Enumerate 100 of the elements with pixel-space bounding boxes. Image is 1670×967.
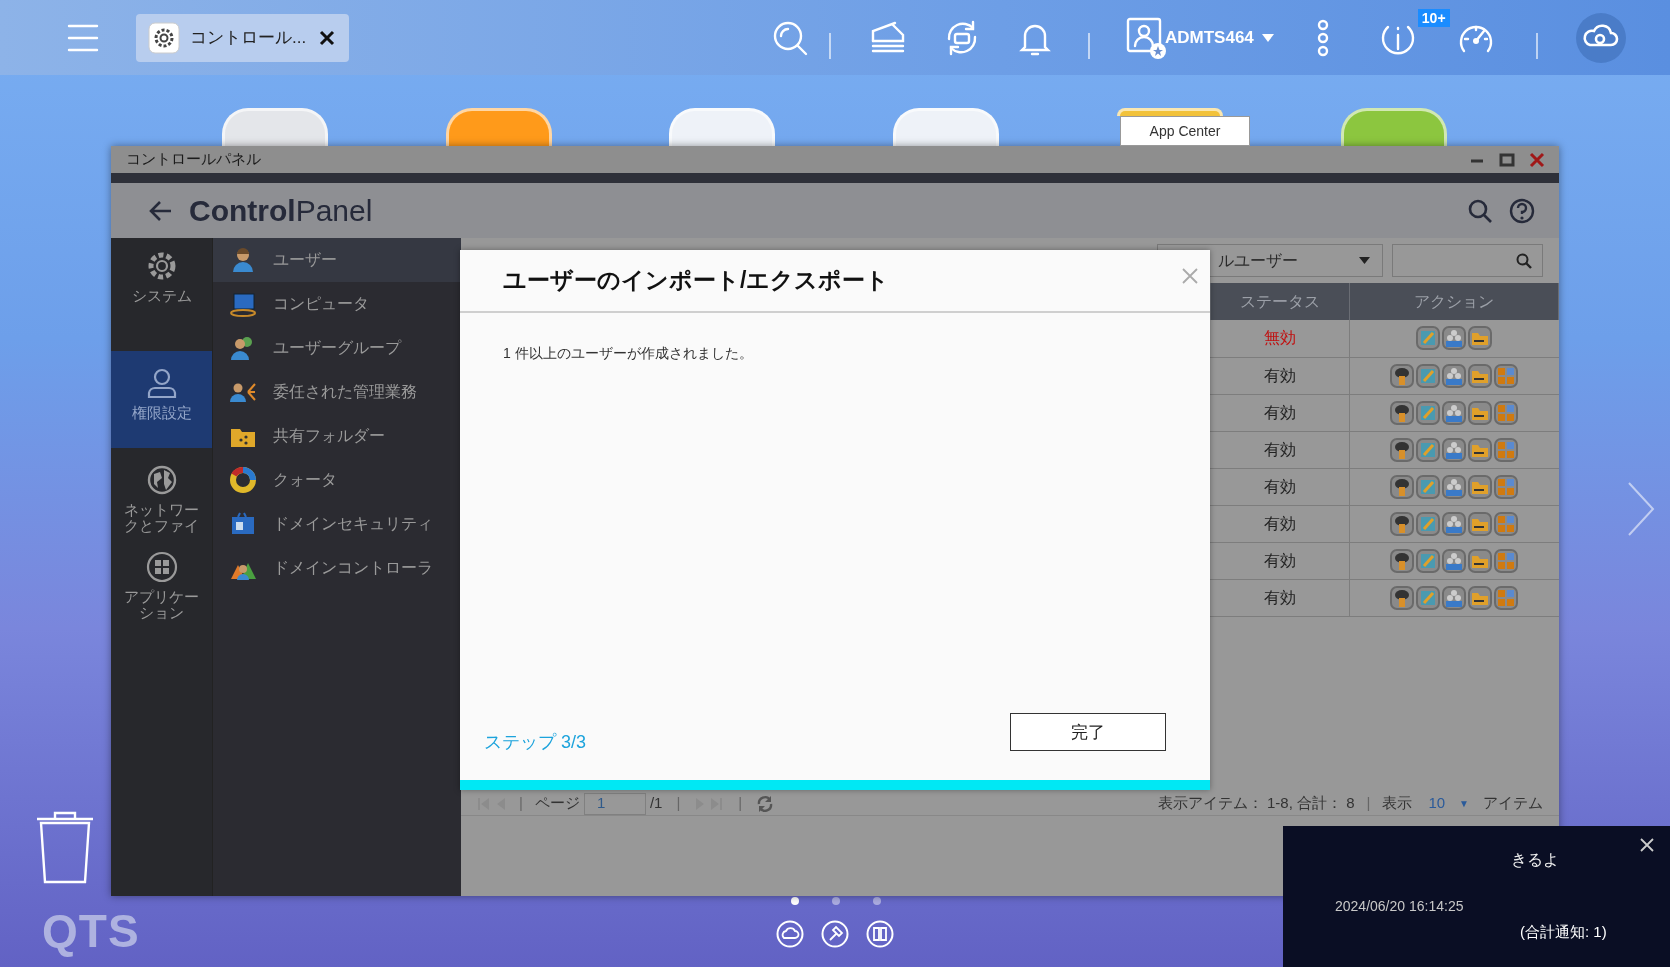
people-icon[interactable]: [1442, 326, 1467, 351]
stack-icon[interactable]: [869, 20, 907, 55]
menu-item[interactable]: コンピュータ: [213, 282, 461, 326]
window-title: コントロールパネル: [126, 149, 262, 170]
app-icon[interactable]: [669, 108, 775, 146]
column-header: ステータス: [1210, 283, 1350, 320]
key-icon[interactable]: [1390, 585, 1415, 610]
folder-icon[interactable]: [1468, 363, 1493, 388]
apps-icon: [145, 551, 178, 583]
help-icon[interactable]: [1509, 197, 1535, 224]
people-icon[interactable]: [1442, 437, 1467, 462]
step-indicator: ステップ 3/3: [484, 731, 587, 754]
user-icon[interactable]: [1125, 15, 1167, 60]
app-icon[interactable]: [1341, 108, 1447, 146]
pencil-icon[interactable]: [1416, 437, 1441, 462]
search-icon[interactable]: [1467, 197, 1493, 224]
notification-badge: 10+: [1417, 8, 1450, 27]
key-icon[interactable]: [1390, 511, 1415, 536]
notification-text: きるよ: [1511, 850, 1559, 870]
app-title: ControlPanel: [189, 193, 374, 229]
folder-icon[interactable]: [1468, 474, 1493, 499]
menu-item[interactable]: 委任された管理業務: [213, 370, 461, 414]
hammer-icon[interactable]: [821, 920, 849, 948]
separator: |: [738, 793, 743, 814]
search-icon: [1516, 252, 1532, 269]
people-icon[interactable]: [1442, 585, 1467, 610]
pencil-icon[interactable]: [1416, 400, 1441, 425]
folder-icon[interactable]: [1468, 326, 1493, 351]
items-label: アイテム: [1483, 793, 1543, 814]
trash-icon[interactable]: [35, 810, 95, 884]
folder-icon[interactable]: [1468, 437, 1493, 462]
app-icon[interactable]: [222, 108, 328, 146]
back-arrow-icon[interactable]: [149, 199, 173, 222]
key-icon[interactable]: [1390, 363, 1415, 388]
search-field[interactable]: [1392, 244, 1543, 277]
page-dot[interactable]: [832, 897, 840, 905]
people-icon[interactable]: [1442, 548, 1467, 573]
page-dot[interactable]: [791, 897, 799, 905]
pencil-icon[interactable]: [1416, 585, 1441, 610]
key-icon[interactable]: [1390, 437, 1415, 462]
globe-icon: [145, 464, 178, 496]
pencil-icon[interactable]: [1416, 548, 1441, 573]
finish-button[interactable]: 完了: [1010, 712, 1166, 751]
page-label: ページ: [534, 793, 580, 814]
refresh-icon[interactable]: [756, 794, 775, 813]
person-icon: [145, 367, 178, 399]
book-icon[interactable]: [866, 920, 894, 948]
category-item[interactable]: ネットワークとファイ: [111, 448, 212, 545]
category-label: システム: [130, 288, 193, 304]
folder-icon[interactable]: [1468, 400, 1493, 425]
total-pages: /1: [649, 793, 663, 814]
show-label: 表示: [1382, 793, 1413, 814]
menu-item[interactable]: ドメインコントローラ: [213, 546, 461, 590]
key-icon[interactable]: [1390, 548, 1415, 573]
pencil-icon[interactable]: [1416, 363, 1441, 388]
app-icon[interactable]: [1117, 108, 1223, 116]
close-icon[interactable]: [318, 28, 337, 47]
caret-icon[interactable]: [1261, 33, 1274, 42]
maximize-icon[interactable]: [1499, 151, 1515, 168]
dialog-title: ユーザーのインポート/エクスポート: [503, 266, 891, 296]
username[interactable]: ADMTS464: [1165, 24, 1254, 51]
menu-item[interactable]: ユーザーグループ: [213, 326, 461, 370]
separator: |: [519, 793, 523, 814]
column-header: アクション: [1349, 283, 1559, 320]
separator: |: [1366, 793, 1371, 814]
folder-icon[interactable]: [1468, 511, 1493, 536]
item-summary: 表示アイテム： 1-8, 合計： 8: [1157, 793, 1355, 814]
key-icon[interactable]: [1390, 474, 1415, 499]
menu-item[interactable]: クォータ: [213, 458, 461, 502]
people-icon[interactable]: [1442, 363, 1467, 388]
category-label: 権限設定: [130, 405, 193, 421]
key-icon[interactable]: [1390, 400, 1415, 425]
folder-icon[interactable]: [1468, 548, 1493, 573]
category-label: アプリケーション: [123, 589, 200, 621]
pencil-icon[interactable]: [1416, 474, 1441, 499]
menu-item[interactable]: ドメインセキュリティ: [213, 502, 461, 546]
category-label: ネットワークとファイ: [123, 502, 200, 534]
notification-count: (合計通知: 1): [1520, 922, 1607, 942]
cloud-icon[interactable]: [776, 920, 804, 948]
category-item[interactable]: アプリケーション: [111, 545, 212, 642]
category-item[interactable]: システム: [111, 238, 212, 335]
computer-icon: [229, 290, 257, 318]
page-dot[interactable]: [873, 897, 881, 905]
more-icon[interactable]: [1315, 18, 1330, 57]
app-tab[interactable]: コントロール...: [136, 13, 349, 62]
people-icon[interactable]: [1442, 400, 1467, 425]
app-icon[interactable]: [893, 108, 999, 146]
pie-chart-icon: [229, 466, 257, 494]
menu-item[interactable]: ユーザー: [213, 238, 461, 282]
folder-icon[interactable]: [1468, 585, 1493, 610]
category-item[interactable]: 権限設定: [111, 351, 212, 448]
people-icon[interactable]: [1442, 474, 1467, 499]
app-tooltip: App Center: [1120, 116, 1250, 146]
caret-icon: [1359, 257, 1370, 264]
pencil-icon[interactable]: [1416, 511, 1441, 536]
people-icon[interactable]: [1442, 511, 1467, 536]
menu-item[interactable]: 共有フォルダー: [213, 414, 461, 458]
pencil-icon[interactable]: [1416, 326, 1441, 351]
app-icon[interactable]: [446, 108, 552, 146]
cloud-icon[interactable]: [1575, 12, 1626, 63]
